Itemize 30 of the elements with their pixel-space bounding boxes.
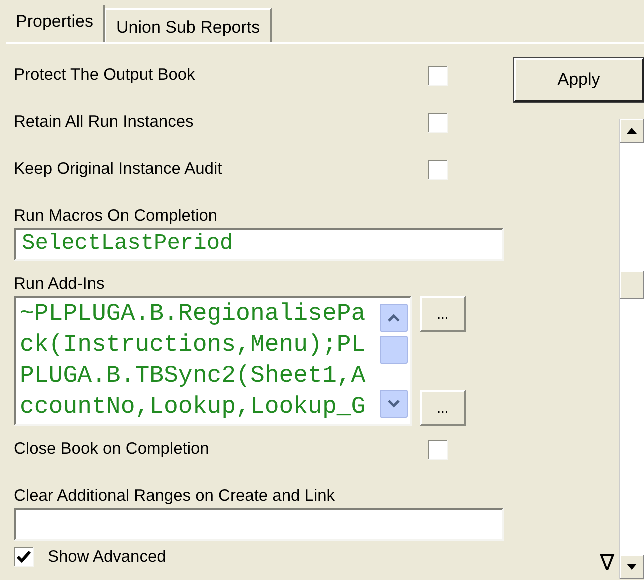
chevron-down-icon [388,400,400,408]
browse-button[interactable]: ... [420,296,466,332]
text-area-value: ~PLPLUGA.B.RegionalisePack(Instructions,Menu);PLPLUGA.B.TBSync2(Sheet1,AccountNo,Lookup,Lookup_G [19,300,367,423]
checkbox[interactable] [428,112,448,132]
field-label: Clear Additional Ranges on Create and Link [14,487,336,506]
scroll-up-button[interactable] [380,304,408,332]
checkbox[interactable] [428,160,448,180]
field-label: Run Macros On Completion [14,207,218,226]
collapse-glyph[interactable]: ∇ [600,551,615,575]
browse-button[interactable]: ... [420,390,466,426]
checkbox-label: Keep Original Instance Audit [14,160,222,179]
checkbox[interactable] [428,66,448,86]
text-area[interactable]: ~PLPLUGA.B.RegionalisePack(Instructions,Menu);PLPLUGA.B.TBSync2(Sheet1,AccountNo,Lookup,Lookup_G [14,296,412,426]
tab[interactable]: Union Sub Reports [105,8,272,42]
checkbox[interactable] [14,547,34,567]
checkbox-label: Show Advanced [48,548,166,566]
scroll-down-button[interactable] [380,390,408,418]
down-arrow-icon [627,564,637,570]
up-arrow-icon [627,128,637,134]
scroll-thumb[interactable] [380,336,408,364]
checkbox-label: Close Book on Completion [14,440,210,459]
chevron-up-icon [388,314,400,322]
checkbox[interactable] [428,440,448,460]
field-label: Run Add-Ins [14,275,105,294]
apply-button[interactable]: Apply [514,58,644,102]
text-field[interactable] [14,508,504,541]
checkbox-label: Protect The Output Book [14,66,196,85]
scrollbar[interactable] [619,119,644,579]
checkbox-label: Retain All Run Instances [14,113,194,132]
text-field[interactable]: SelectLastPeriod [14,228,504,261]
